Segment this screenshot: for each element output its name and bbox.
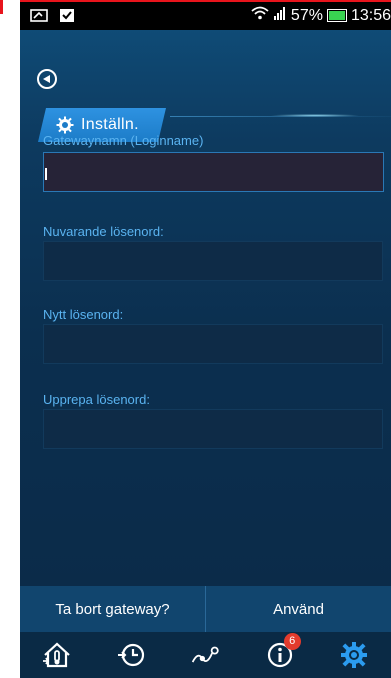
repeat-password-label: Upprepa lösenord:	[43, 392, 150, 407]
wifi-icon	[251, 6, 269, 25]
home-thermometer-icon[interactable]	[42, 640, 72, 670]
current-password-field[interactable]	[43, 241, 383, 281]
tab-label: Inställn.	[81, 116, 139, 133]
new-password-field[interactable]	[43, 324, 383, 364]
phone-screen: 57% 13:56 Inställn. Gatewaynamn (Loginna…	[20, 2, 391, 678]
checklist-icon	[58, 7, 76, 23]
new-password-label: Nytt lösenord:	[43, 307, 124, 322]
gateway-name-label: Gatewaynamn (Loginname)	[43, 133, 204, 148]
history-clock-icon[interactable]	[116, 640, 146, 670]
settings-gear-icon[interactable]	[339, 640, 369, 670]
action-bar: Ta bort gateway? Använd	[20, 586, 391, 632]
battery-percent: 57%	[290, 6, 323, 24]
left-margin	[0, 0, 20, 678]
text-cursor	[45, 168, 47, 180]
battery-icon	[326, 9, 347, 22]
gateway-name-field[interactable]	[43, 152, 384, 192]
header-glow	[270, 114, 360, 117]
gear-icon	[56, 116, 74, 134]
status-bar: 57% 13:56	[20, 2, 391, 30]
apply-button[interactable]: Använd	[206, 586, 391, 632]
info-icon[interactable]: 6	[265, 633, 301, 670]
back-circle-icon[interactable]	[37, 69, 57, 89]
current-password-label: Nuvarande lösenord:	[43, 224, 164, 239]
repeat-password-input[interactable]	[44, 410, 382, 448]
remove-gateway-button[interactable]: Ta bort gateway?	[20, 586, 205, 632]
repeat-password-field[interactable]	[43, 409, 383, 449]
gateway-name-input[interactable]	[44, 153, 383, 191]
app-background: Inställn. Gatewaynamn (Loginname) Nuvara…	[20, 30, 391, 586]
graph-nodes-icon[interactable]	[190, 640, 220, 670]
current-password-input[interactable]	[44, 242, 382, 280]
new-password-input[interactable]	[44, 325, 382, 363]
bottom-nav: 6	[20, 632, 391, 678]
clock: 13:56	[350, 6, 391, 24]
notification-badge: 6	[283, 633, 301, 650]
notification-icon	[30, 7, 48, 23]
signal-icon	[273, 6, 287, 25]
